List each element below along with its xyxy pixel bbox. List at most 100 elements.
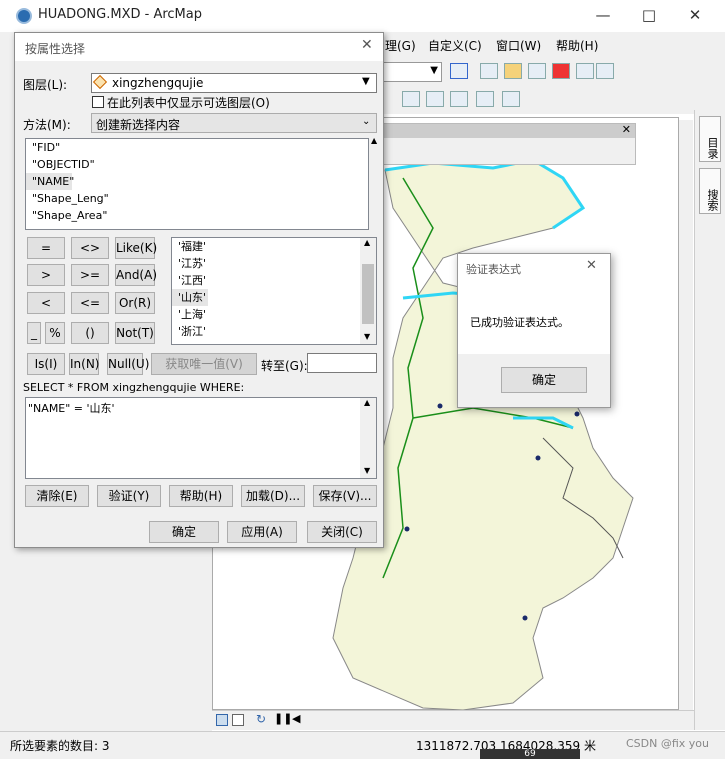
dialog-close-icon[interactable]: ✕ xyxy=(361,37,373,53)
toolbar-titlebar xyxy=(381,124,635,138)
apply-button[interactable]: 应用(A) xyxy=(227,521,297,543)
sql-expression-textarea[interactable]: "NAME" = '山东' ▲ ▼ xyxy=(25,397,377,479)
find-icon[interactable] xyxy=(402,91,420,107)
catalog-icon[interactable] xyxy=(504,63,522,79)
load-button[interactable]: 加载(D)... xyxy=(241,485,305,507)
data-view-icon[interactable] xyxy=(216,714,228,726)
layer-dropdown[interactable]: xingzhengqujie ▼ xyxy=(91,73,377,93)
get-unique-values-button[interactable]: 获取唯一值(V) xyxy=(151,353,257,375)
list-item[interactable]: '浙江' xyxy=(172,323,376,340)
greater-equal-button[interactable]: >= xyxy=(71,264,109,286)
python-icon[interactable] xyxy=(576,63,594,79)
save-button[interactable]: 保存(V)... xyxy=(313,485,377,507)
less-equal-button[interactable]: <= xyxy=(71,292,109,314)
tab-search[interactable]: 搜索 xyxy=(699,168,721,214)
bottom-overlay-number: 69 xyxy=(480,749,580,759)
search-window-icon[interactable] xyxy=(528,63,546,79)
null-button[interactable]: Null(U) xyxy=(107,353,149,375)
only-selectable-checkbox[interactable] xyxy=(92,96,104,108)
goto-input[interactable] xyxy=(307,353,377,373)
list-item[interactable]: '江苏' xyxy=(172,255,376,272)
popup-ok-button[interactable]: 确定 xyxy=(501,367,587,393)
or-button[interactable]: Or(R) xyxy=(115,292,155,314)
chevron-down-icon[interactable]: ▼ xyxy=(364,332,370,341)
xy-icon[interactable] xyxy=(450,91,468,107)
underscore-button[interactable]: _ xyxy=(27,322,41,344)
arctoolbox-icon[interactable] xyxy=(552,63,570,79)
is-button[interactable]: Is(I) xyxy=(27,353,65,375)
city-point xyxy=(522,615,528,621)
values-scrollbar[interactable]: ▲ ▼ xyxy=(360,238,376,344)
time-slider-icon[interactable] xyxy=(476,91,494,107)
ok-button[interactable]: 确定 xyxy=(149,521,219,543)
tab-search-label: 搜索 xyxy=(706,189,719,211)
equals-button[interactable]: = xyxy=(27,237,65,259)
not-equal-button[interactable]: <> xyxy=(71,237,109,259)
dialog-title: 按属性选择 xyxy=(25,42,86,56)
maximize-button[interactable]: □ xyxy=(626,0,672,32)
menu-item-help[interactable]: 帮助(H) xyxy=(556,37,598,54)
goto-label: 转至(G): xyxy=(261,359,308,373)
pause-icon[interactable]: ❚❚ xyxy=(274,712,292,725)
parentheses-button[interactable]: () xyxy=(71,322,109,344)
scrollbar-thumb[interactable] xyxy=(362,264,374,324)
menu-item-window[interactable]: 窗口(W) xyxy=(496,37,541,54)
layer-dropdown-value: xingzhengqujie xyxy=(112,76,204,90)
menu-item-customize[interactable]: 自定义(C) xyxy=(428,37,482,54)
in-button[interactable]: In(N) xyxy=(69,353,99,375)
map-horizontal-scrollbar[interactable]: ↻ ❚❚ ◀ xyxy=(212,710,694,730)
list-item[interactable]: "Shape_Leng" xyxy=(26,190,368,207)
scroll-left-icon[interactable]: ◀ xyxy=(292,712,300,725)
chevron-down-icon: ▼ xyxy=(430,65,438,76)
layout-toolbar-floating: ✕ xyxy=(380,123,636,165)
help-button[interactable]: 帮助(H) xyxy=(169,485,233,507)
map-vertical-scrollbar[interactable] xyxy=(679,120,693,710)
verify-button[interactable]: 验证(Y) xyxy=(97,485,161,507)
method-dropdown[interactable]: 创建新选择内容 ⌄ xyxy=(91,113,377,133)
layout-view-icon[interactable] xyxy=(232,714,244,726)
list-item[interactable]: '江西' xyxy=(172,272,376,289)
percent-button[interactable]: % xyxy=(45,322,65,344)
unique-values-listbox[interactable]: '福建' '江苏' '江西' '山东' '上海' '浙江' ▲ ▼ xyxy=(171,237,377,345)
close-button[interactable]: 关闭(C) xyxy=(307,521,377,543)
dialog-titlebar: 按属性选择 ✕ xyxy=(15,33,383,61)
magnifier-icon[interactable] xyxy=(502,91,520,107)
chevron-down-icon: ▼ xyxy=(362,76,370,87)
standard-toolbar: ▼ xyxy=(380,58,725,86)
chevron-down-icon[interactable]: ▼ xyxy=(364,466,370,475)
go-to-xy-icon[interactable] xyxy=(426,91,444,107)
scale-dropdown[interactable]: ▼ xyxy=(382,62,442,82)
list-item[interactable]: "FID" xyxy=(26,139,368,156)
editor-icon[interactable] xyxy=(450,63,468,79)
city-point xyxy=(404,526,410,532)
tab-catalog[interactable]: 目录 xyxy=(699,116,721,162)
fields-listbox[interactable]: "FID" "OBJECTID" "NAME" "Shape_Leng" "Sh… xyxy=(25,138,369,230)
fields-scroll-up-icon[interactable]: ▲ xyxy=(371,136,377,145)
and-button[interactable]: And(A) xyxy=(115,264,157,286)
list-item[interactable]: "Shape_Area" xyxy=(26,207,368,224)
list-item[interactable]: "NAME" xyxy=(26,173,74,190)
popup-body: 已成功验证表达式。 xyxy=(458,280,610,354)
model-builder-icon[interactable] xyxy=(596,63,614,79)
list-item[interactable]: '福建' xyxy=(172,238,376,255)
close-icon[interactable]: ✕ xyxy=(622,123,631,136)
minimize-button[interactable]: — xyxy=(580,0,626,32)
table-icon[interactable] xyxy=(480,63,498,79)
list-item[interactable]: '山东' xyxy=(172,289,208,306)
textarea-scrollbar[interactable]: ▲ ▼ xyxy=(360,398,376,478)
greater-button[interactable]: > xyxy=(27,264,65,286)
chevron-up-icon[interactable]: ▲ xyxy=(364,398,370,407)
clear-button[interactable]: 清除(E) xyxy=(25,485,89,507)
list-item[interactable]: "OBJECTID" xyxy=(26,156,368,173)
popup-message: 已成功验证表达式。 xyxy=(470,316,569,329)
like-button[interactable]: Like(K) xyxy=(115,237,157,259)
less-button[interactable]: < xyxy=(27,292,65,314)
popup-close-icon[interactable]: ✕ xyxy=(586,258,597,273)
close-window-button[interactable]: ✕ xyxy=(672,0,718,32)
list-item[interactable]: '上海' xyxy=(172,306,376,323)
not-button[interactable]: Not(T) xyxy=(115,322,155,344)
method-label: 方法(M): xyxy=(23,118,71,132)
menu-item-selection[interactable]: 理(G) xyxy=(385,37,416,54)
refresh-icon[interactable]: ↻ xyxy=(256,712,266,726)
chevron-up-icon[interactable]: ▲ xyxy=(364,238,370,247)
